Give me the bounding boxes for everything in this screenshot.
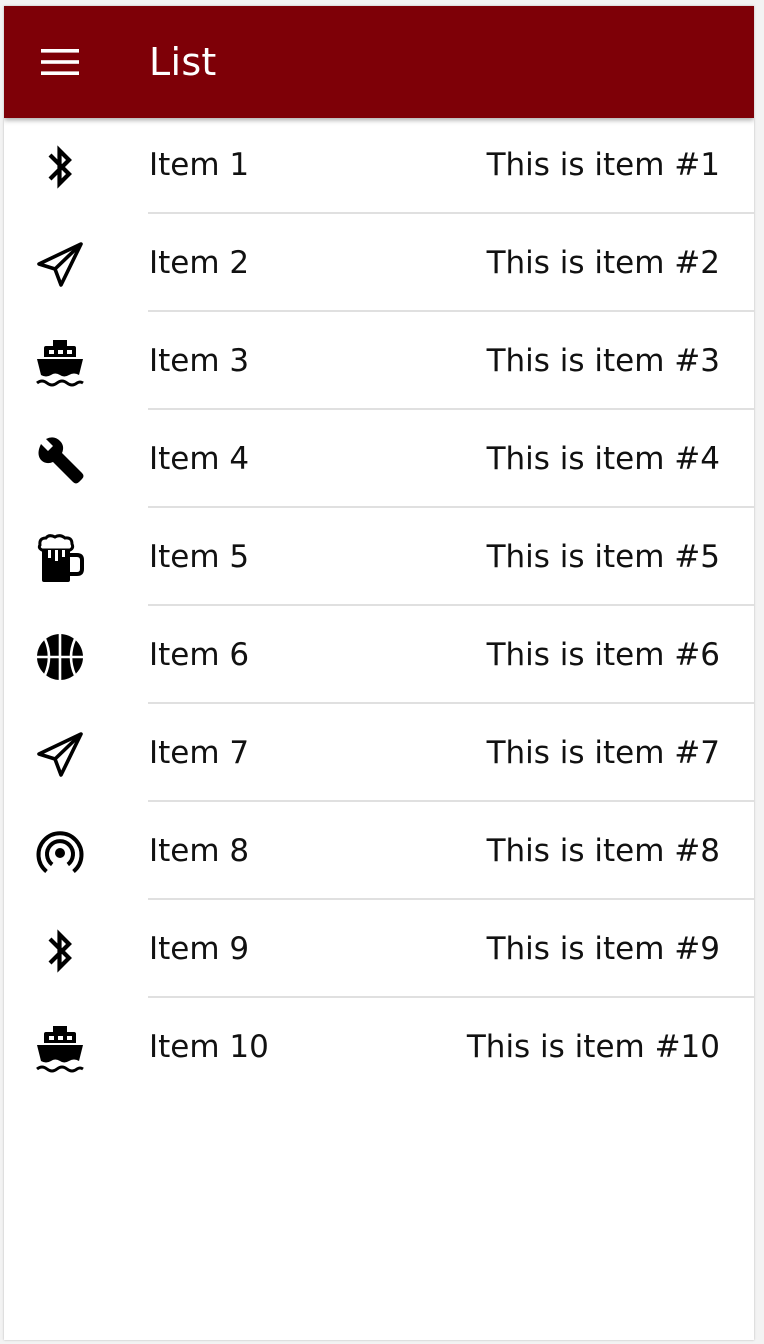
item-detail: This is item #5: [486, 539, 720, 575]
list-item[interactable]: Item 3 This is item #3: [4, 312, 754, 410]
item-detail: This is item #6: [486, 637, 720, 673]
app-bar: List: [4, 6, 754, 118]
item-detail: This is item #10: [466, 1029, 720, 1065]
item-label: Item 6: [149, 637, 250, 673]
menu-icon: [41, 49, 79, 75]
wrench-icon: [34, 435, 86, 487]
list-item[interactable]: Item 5 This is item #5: [4, 508, 754, 606]
item-detail: This is item #9: [486, 931, 720, 967]
send-icon: [34, 239, 86, 291]
item-label: Item 5: [149, 539, 250, 575]
boat-icon: [34, 1023, 86, 1075]
item-label: Item 8: [149, 833, 250, 869]
list-item[interactable]: Item 1 This is item #1: [4, 116, 754, 214]
basketball-icon: [34, 631, 86, 683]
bluetooth-icon: [34, 141, 86, 193]
list-item[interactable]: Item 10 This is item #10: [4, 998, 754, 1096]
item-label: Item 1: [149, 147, 250, 183]
item-label: Item 4: [149, 441, 250, 477]
item-label: Item 2: [149, 245, 250, 281]
list-item[interactable]: Item 6 This is item #6: [4, 606, 754, 704]
boat-icon: [34, 337, 86, 389]
item-detail: This is item #8: [486, 833, 720, 869]
page-title: List: [149, 40, 217, 84]
item-detail: This is item #7: [486, 735, 720, 771]
send-icon: [34, 729, 86, 781]
list-item[interactable]: Item 2 This is item #2: [4, 214, 754, 312]
app-window: List Item 1 This is item #1 Item 2 This …: [4, 6, 754, 1340]
item-detail: This is item #3: [486, 343, 720, 379]
item-label: Item 10: [149, 1029, 269, 1065]
item-detail: This is item #1: [486, 147, 720, 183]
list-item[interactable]: Item 9 This is item #9: [4, 900, 754, 998]
item-detail: This is item #2: [486, 245, 720, 281]
item-detail: This is item #4: [486, 441, 720, 477]
menu-button[interactable]: [30, 32, 90, 92]
broadcast-icon: [34, 827, 86, 879]
item-list: Item 1 This is item #1 Item 2 This is it…: [4, 116, 754, 1096]
bluetooth-icon: [34, 925, 86, 977]
list-item[interactable]: Item 8 This is item #8: [4, 802, 754, 900]
item-label: Item 7: [149, 735, 250, 771]
list-item[interactable]: Item 7 This is item #7: [4, 704, 754, 802]
list-item[interactable]: Item 4 This is item #4: [4, 410, 754, 508]
item-label: Item 9: [149, 931, 250, 967]
beer-icon: [34, 533, 86, 585]
item-label: Item 3: [149, 343, 250, 379]
